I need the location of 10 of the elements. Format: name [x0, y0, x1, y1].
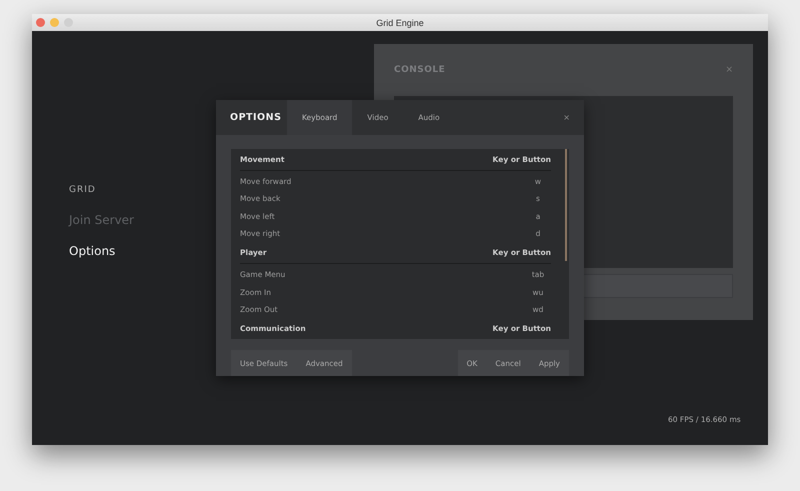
window-control-icon[interactable] [64, 18, 73, 27]
close-button[interactable]: × [549, 100, 584, 135]
window-control-icon[interactable] [36, 18, 45, 27]
menu-item[interactable]: Options [69, 244, 116, 258]
scrollbar-thumb[interactable] [565, 149, 567, 261]
dialog-title: OPTIONS [229, 111, 282, 125]
menu-title: GRID [69, 185, 96, 195]
window-title: Grid Engine [376, 18, 424, 28]
window-control-icon[interactable] [50, 18, 59, 27]
console-title: CONSOLE [394, 65, 446, 75]
